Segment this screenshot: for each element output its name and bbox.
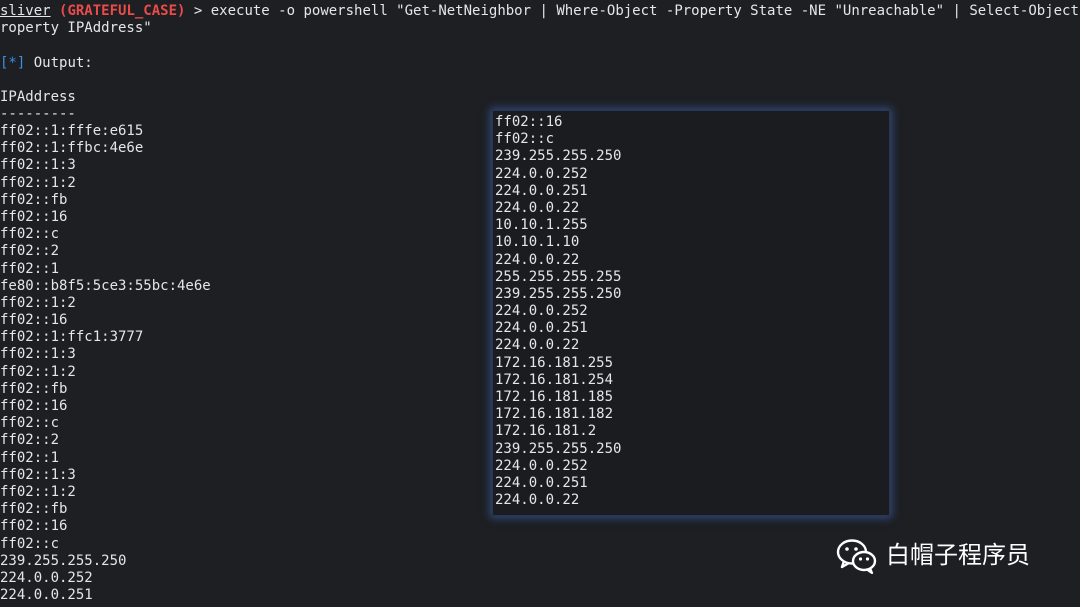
ip-address-row: 239.255.255.250	[495, 285, 622, 302]
ip-address-row: ff02::16	[495, 114, 563, 130]
command-line-2: roperty IPAddress"	[0, 20, 152, 36]
ip-address-row: 172.16.181.254	[495, 371, 614, 388]
ip-address-row: ff02::1:2	[0, 294, 76, 311]
ip-address-row: 172.16.181.185	[495, 389, 614, 405]
ip-address-row: 224.0.0.22	[495, 337, 580, 354]
command-text: > execute -o powershell "Get-NetNeighbor…	[185, 3, 1080, 19]
command-line-1: sliver (GRATEFUL_CASE) > execute -o powe…	[0, 3, 1080, 20]
ip-address-row: 10.10.1.10	[495, 234, 580, 251]
output-label: Output:	[25, 55, 93, 71]
terminal-window[interactable]: sliver (GRATEFUL_CASE) > execute -o powe…	[0, 0, 1080, 607]
status-tag: [*]	[0, 55, 26, 71]
ip-address-row: 224.0.0.252	[495, 457, 588, 474]
watermark-text: 白帽子程序员	[886, 541, 1030, 570]
ip-address-row: ff02::1:2	[0, 174, 76, 191]
ip-address-row: 224.0.0.252	[0, 569, 93, 586]
ip-address-row: fe80::b8f5:5ce3:55bc:4e6e	[0, 277, 211, 294]
ip-address-row: 239.255.255.250	[0, 552, 127, 569]
output-status-line: [*] Output:	[0, 55, 93, 72]
ip-address-row: 224.0.0.251	[0, 587, 93, 604]
ip-address-row: 224.0.0.22	[495, 492, 580, 509]
ip-address-row: ff02::1:fffe:e615	[0, 123, 144, 139]
ip-address-row: ff02::fb	[0, 191, 68, 208]
ip-address-row: ff02::16	[0, 208, 68, 225]
column-separator: ---------	[0, 106, 76, 122]
ip-address-row: ff02::2	[0, 243, 60, 260]
wechat-icon	[836, 539, 877, 574]
ip-address-row: ff02::c	[0, 415, 60, 432]
ip-address-row: 239.255.255.250	[495, 148, 622, 165]
ip-address-row: ff02::c	[0, 226, 60, 243]
ip-address-row: ff02::1:3	[0, 466, 76, 483]
ip-address-row: ff02::1:3	[0, 346, 76, 363]
ip-address-row: 172.16.181.182	[495, 406, 614, 423]
prompt-name: sliver	[0, 3, 51, 19]
session-name: (GRATEFUL_CASE)	[59, 3, 186, 19]
output-list-left: ff02::1:fffe:e615 ff02::1:ffbc:4e6e ff02::…	[0, 123, 211, 604]
ip-address-row: ff02::1	[0, 449, 60, 466]
ip-address-row: ff02::1	[0, 260, 60, 277]
ip-address-row: ff02::1:ffbc:4e6e	[0, 140, 144, 157]
ip-address-row: ff02::1:2	[0, 363, 76, 380]
ip-address-row: 224.0.0.252	[495, 303, 588, 320]
ip-address-row: ff02::fb	[0, 501, 68, 518]
ip-address-row: 224.0.0.251	[495, 320, 588, 337]
ip-address-row: ff02::2	[0, 432, 60, 449]
ip-address-row: ff02::16	[0, 518, 68, 535]
ip-address-row: ff02::fb	[0, 380, 68, 397]
ip-address-row: ff02::1:ffc1:3777	[0, 329, 144, 346]
ip-address-row: 224.0.0.22	[495, 199, 580, 216]
ip-address-row: ff02::1:2	[0, 483, 76, 500]
ip-address-row: 224.0.0.252	[495, 165, 588, 182]
output-list-overlay: ff02::16 ff02::c 239.255.255.250 224.0.0.25…	[492, 110, 890, 516]
ip-address-row: 10.10.1.255	[495, 217, 588, 234]
ip-address-row: 224.0.0.251	[495, 182, 588, 199]
ip-address-row: ff02::c	[0, 535, 60, 552]
ip-address-row: ff02::16	[0, 312, 68, 329]
column-header: IPAddress	[0, 89, 76, 105]
ip-address-row: ff02::16	[0, 398, 68, 414]
ip-address-row: 239.255.255.250	[495, 440, 622, 457]
ip-address-row: 224.0.0.22	[495, 251, 580, 268]
ip-address-row: 172.16.181.2	[495, 423, 597, 440]
ip-address-row: ff02::1:3	[0, 157, 76, 174]
watermark: 白帽子程序员	[836, 538, 1030, 574]
ip-address-row: ff02::c	[495, 131, 555, 148]
ip-address-row: 172.16.181.255	[495, 354, 614, 371]
ip-address-row: 224.0.0.251	[495, 474, 588, 491]
ip-address-row: 255.255.255.255	[495, 268, 622, 285]
